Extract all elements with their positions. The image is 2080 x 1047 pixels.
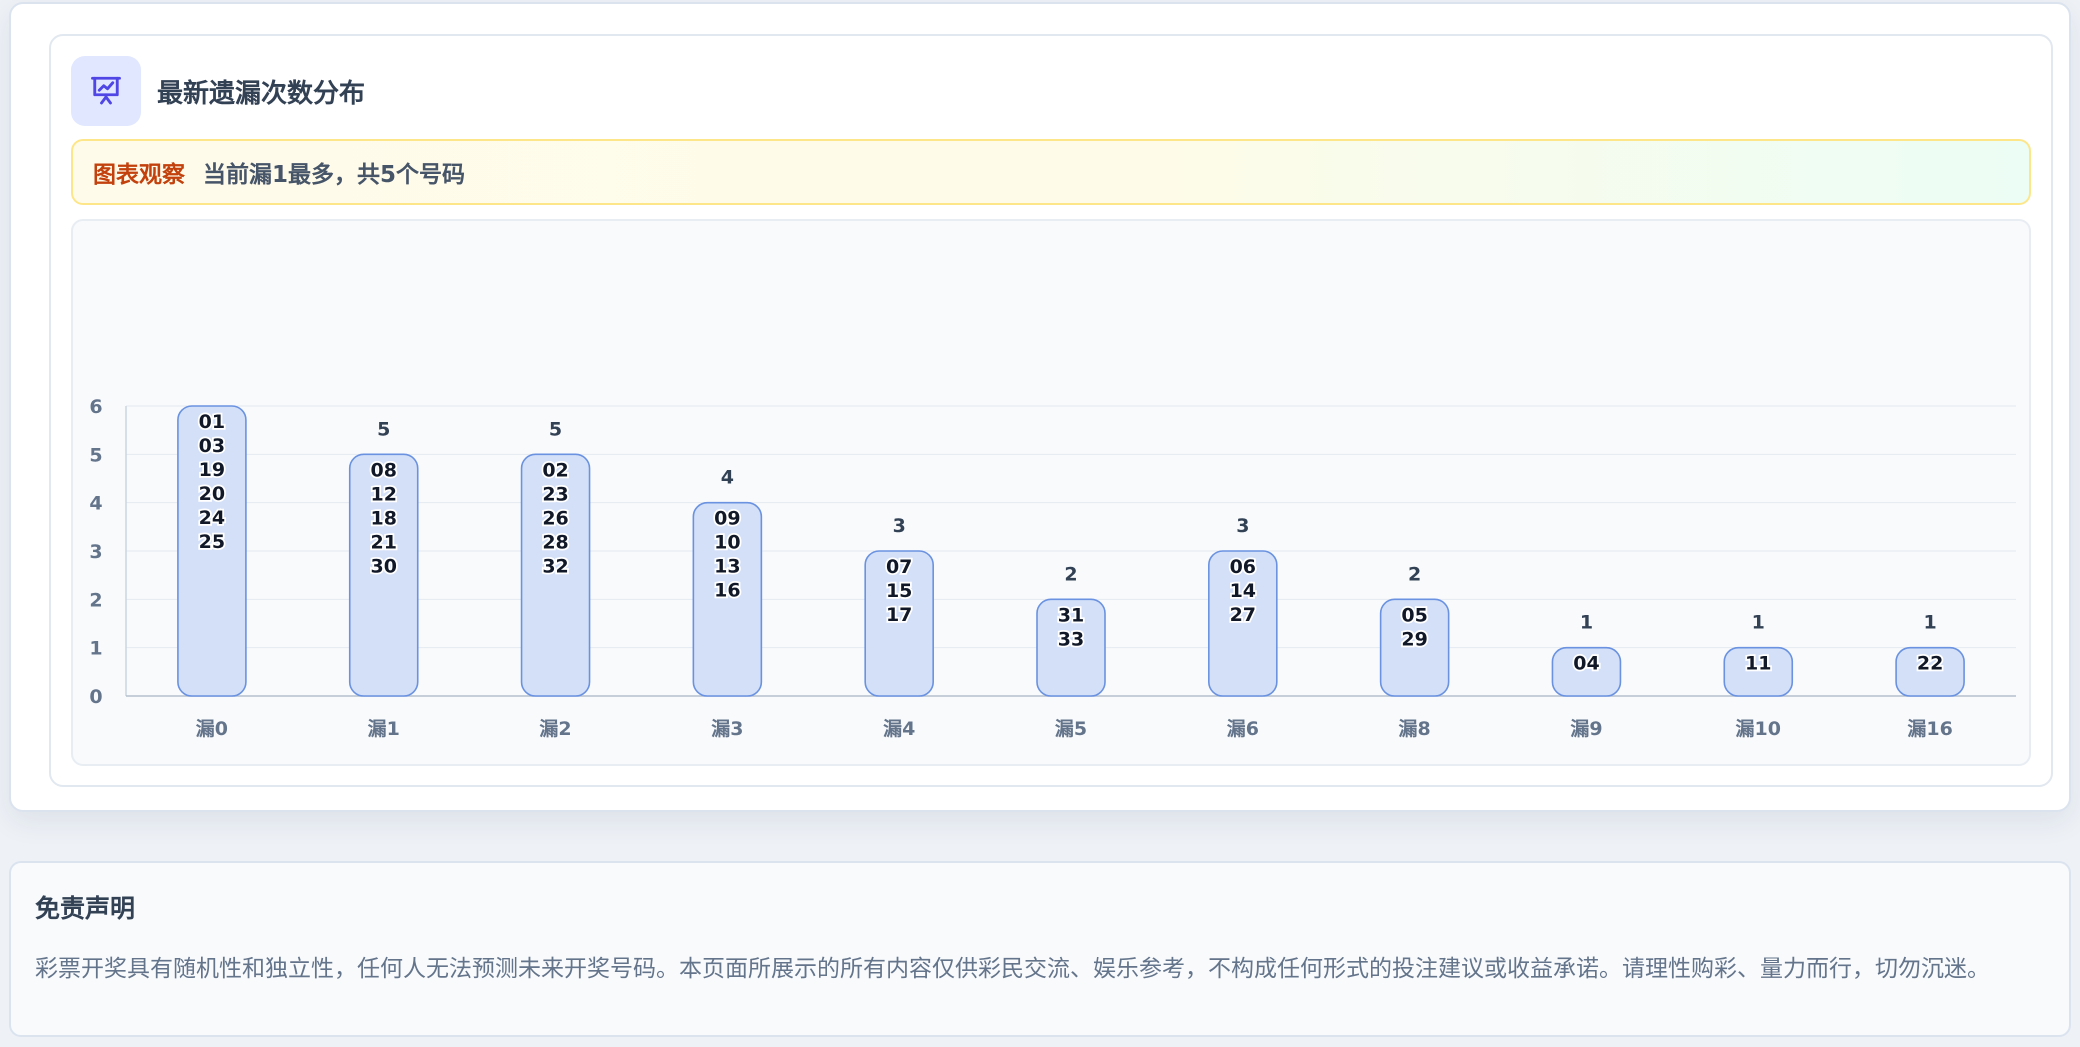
bar-number-label: 31	[1058, 604, 1084, 626]
insight-tag: 图表观察	[93, 162, 185, 188]
bar-number-label: 25	[199, 531, 225, 553]
disclaimer-title: 免责声明	[35, 894, 136, 923]
chart-title: 最新遗漏次数分布	[157, 78, 366, 109]
bar-number-label: 18	[371, 507, 397, 529]
presentation-chart-icon	[71, 56, 141, 126]
bar-number-label: 19	[199, 459, 225, 481]
bar-number-label: 04	[1573, 653, 1599, 675]
x-tick-label: 漏4	[883, 718, 915, 740]
disclaimer-card: 免责声明 彩票开奖具有随机性和独立性，任何人无法预测未来开奖号码。本页面所展示的…	[9, 861, 2071, 1037]
x-tick-label: 漏0	[196, 718, 228, 740]
bar-value-label: 2	[1408, 563, 1421, 585]
bar-value-label: 1	[1580, 612, 1593, 634]
bar-value-label: 2	[1064, 563, 1077, 585]
bar-number-label: 29	[1401, 628, 1427, 650]
y-tick-label: 3	[89, 541, 102, 563]
bar-number-label: 16	[714, 580, 740, 602]
x-tick-label: 漏16	[1907, 718, 1952, 740]
bar-value-label: 3	[1236, 515, 1249, 537]
bar-number-label: 24	[199, 507, 225, 529]
bar-number-label: 23	[542, 483, 568, 505]
bar-number-label: 11	[1745, 653, 1771, 675]
bar-number-label: 02	[542, 459, 568, 481]
bar-number-label: 21	[371, 531, 397, 553]
y-tick-label: 0	[89, 686, 102, 708]
bar-value-label: 5	[549, 418, 562, 440]
chart-header: 最新遗漏次数分布	[71, 56, 365, 126]
bar-number-label: 33	[1058, 628, 1084, 650]
chart-card: 最新遗漏次数分布 图表观察 当前漏1最多，共5个号码 0 1 2 3 4 5 6 01 03 19…	[49, 34, 2053, 787]
bar-value-label: 4	[721, 467, 734, 489]
x-tick-label: 漏5	[1055, 718, 1087, 740]
chart-panel: 0 1 2 3 4 5 6 01 03 19 20 24 25 漏0 5 08 12 18 21 30 漏1 5 02 23 2…	[71, 219, 2031, 766]
bar-value-label: 1	[1752, 612, 1765, 634]
bar-number-label: 08	[371, 459, 397, 481]
bar-number-label: 13	[714, 556, 740, 578]
x-tick-label: 漏6	[1227, 718, 1259, 740]
bar-number-label: 17	[886, 604, 912, 626]
y-tick-label: 5	[89, 444, 102, 466]
bar-chart: 0123456010319202425漏050812182130漏1502232…	[89, 396, 2016, 740]
bar-number-label: 05	[1401, 604, 1427, 626]
bar-number-label: 01	[199, 411, 225, 433]
x-tick-label: 漏9	[1570, 718, 1602, 740]
insight-text: 当前漏1最多，共5个号码	[203, 162, 466, 188]
distribution-card: 最新遗漏次数分布 图表观察 当前漏1最多，共5个号码 0 1 2 3 4 5 6 01 03 19…	[9, 2, 2071, 812]
bar-number-label: 26	[542, 507, 568, 529]
bar-number-label: 10	[714, 532, 740, 554]
x-tick-label: 漏10	[1736, 718, 1781, 740]
y-tick-label: 4	[89, 493, 102, 515]
y-tick-label: 2	[89, 589, 102, 611]
bar-number-label: 20	[199, 483, 225, 505]
disclaimer-text: 彩票开奖具有随机性和独立性，任何人无法预测未来开奖号码。本页面所展示的所有内容仅…	[35, 956, 1990, 982]
x-tick-label: 漏8	[1399, 718, 1431, 740]
bar-number-label: 27	[1230, 604, 1256, 626]
bar-value-label: 1	[1923, 612, 1936, 634]
bar-number-label: 15	[886, 580, 912, 602]
bar-number-label: 03	[199, 435, 225, 457]
bar-number-label: 14	[1230, 580, 1256, 602]
chart-insight-banner: 图表观察 当前漏1最多，共5个号码	[71, 139, 2031, 205]
bar-number-label: 32	[542, 555, 568, 577]
x-tick-label: 漏3	[711, 718, 743, 740]
y-tick-label: 6	[89, 396, 102, 418]
bar-number-label: 07	[886, 556, 912, 578]
bar-number-label: 30	[371, 555, 397, 577]
bar-number-label: 12	[371, 483, 397, 505]
bar-value-label: 5	[377, 418, 390, 440]
bar-number-label: 28	[542, 531, 568, 553]
bar-value-label: 3	[893, 515, 906, 537]
y-tick-label: 1	[89, 638, 102, 660]
x-tick-label: 漏1	[368, 718, 400, 740]
bar-number-label: 22	[1917, 653, 1943, 675]
bar-number-label: 06	[1230, 556, 1256, 578]
x-tick-label: 漏2	[539, 718, 571, 740]
bar-number-label: 09	[714, 508, 740, 530]
